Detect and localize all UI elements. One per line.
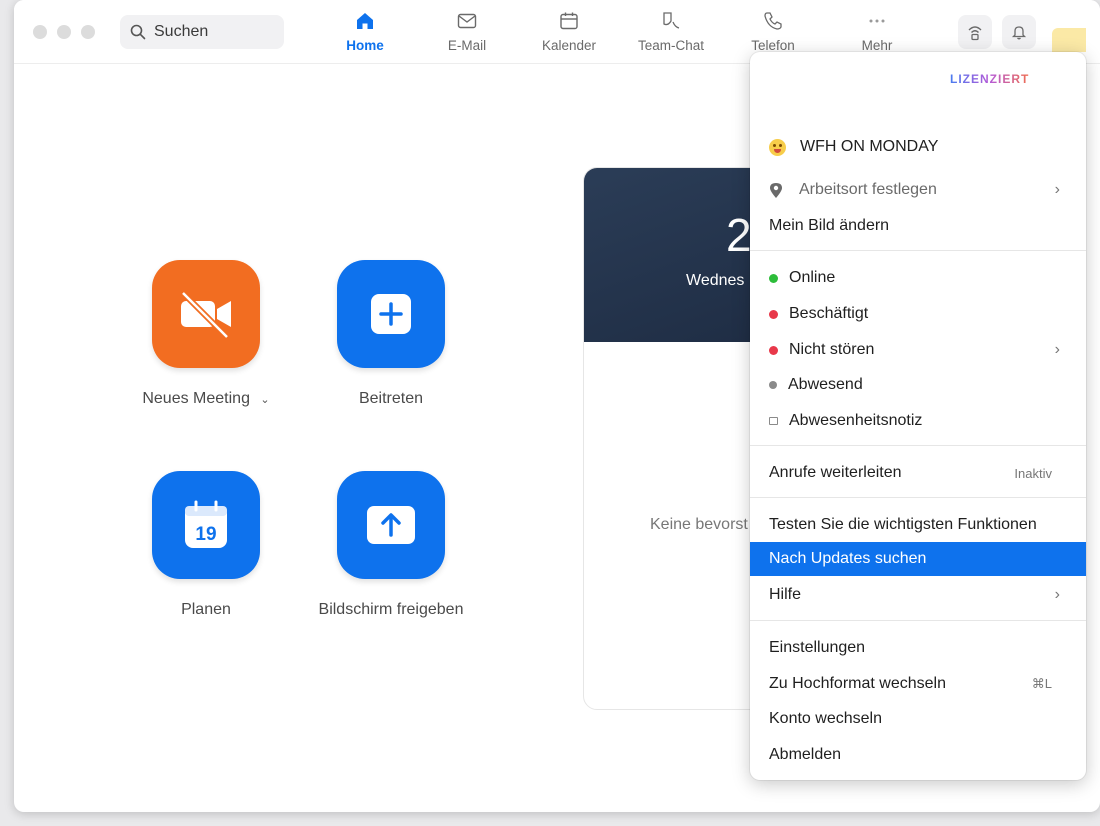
dnd-status-icon	[769, 345, 778, 355]
set-location-item[interactable]: Arbeitsort festlegen ›	[750, 173, 1086, 207]
forward-calls-item[interactable]: Anrufe weiterleiten Inaktiv	[750, 456, 1086, 490]
tab-team-chat-label: Team-Chat	[637, 38, 705, 53]
window-close-button[interactable]	[33, 25, 47, 39]
tab-more-label: Mehr	[861, 38, 893, 53]
more-icon	[869, 19, 885, 23]
license-badge: LIZENZIERT	[950, 72, 1030, 86]
menu-divider	[750, 620, 1086, 621]
schedule-label: Planen	[181, 601, 231, 618]
settings-label: Einstellungen	[769, 639, 866, 656]
bell-icon	[1011, 26, 1027, 40]
join-button[interactable]	[337, 260, 445, 368]
smiley-icon	[769, 138, 786, 156]
sign-out-label: Abmelden	[769, 746, 842, 763]
out-of-office-label: Abwesenheitsnotiz	[789, 412, 923, 429]
new-meeting-label[interactable]: Neues Meeting ⌄	[106, 390, 306, 408]
share-screen-button[interactable]	[337, 471, 445, 579]
portrait-mode-label: Zu Hochformat wechseln	[769, 675, 946, 692]
new-meeting-text: Neues Meeting	[142, 390, 250, 407]
switch-account-label: Konto wechseln	[769, 710, 882, 727]
search-button[interactable]: Suchen	[120, 15, 284, 49]
set-location-label: Arbeitsort festlegen	[799, 181, 937, 198]
away-status-icon	[769, 381, 777, 389]
chevron-right-icon: ›	[1054, 341, 1060, 358]
help-label: Hilfe	[769, 586, 802, 603]
no-upcoming-meetings-text: Keine bevorst	[650, 516, 748, 533]
new-meeting-button[interactable]	[152, 260, 260, 368]
share-screen-icon	[367, 506, 415, 544]
status-message-item[interactable]: WFH ON MONDAY	[750, 130, 1086, 164]
presence-dnd-label: Nicht stören	[789, 341, 875, 358]
online-status-icon	[769, 273, 778, 283]
change-picture-label: Mein Bild ändern	[769, 217, 890, 234]
presence-dnd-item[interactable]: Nicht stören ›	[750, 333, 1086, 367]
presence-away-item[interactable]: Abwesend	[750, 368, 1086, 402]
check-updates-label: Nach Updates suchen	[769, 550, 927, 567]
sign-out-item[interactable]: Abmelden	[750, 738, 1086, 772]
location-pin-icon	[770, 182, 782, 198]
tab-team-chat[interactable]: Team-Chat	[626, 10, 716, 60]
phone-icon	[764, 12, 782, 30]
portrait-mode-shortcut: ⌘L	[1031, 676, 1052, 691]
test-features-item[interactable]: Testen Sie die wichtigsten Funktionen	[750, 508, 1086, 542]
card-weekday: Wednes	[686, 272, 745, 289]
switch-account-item[interactable]: Konto wechseln	[750, 702, 1086, 736]
help-item[interactable]: Hilfe ›	[750, 578, 1086, 612]
tab-calendar-label: Kalender	[541, 38, 597, 53]
tab-phone-label: Telefon	[751, 38, 795, 53]
search-label: Suchen	[154, 23, 209, 40]
check-updates-item[interactable]: Nach Updates suchen	[750, 542, 1086, 576]
video-off-icon	[180, 290, 231, 339]
chat-icon	[663, 12, 680, 29]
change-picture-item[interactable]: Mein Bild ändern	[750, 209, 1086, 243]
share-screen-label: Bildschirm freigeben	[318, 601, 464, 618]
out-of-office-icon	[769, 417, 778, 425]
home-icon	[357, 13, 373, 29]
tab-email[interactable]: E-Mail	[422, 10, 512, 60]
schedule-button[interactable]: 19	[152, 471, 260, 579]
mail-icon	[457, 13, 477, 29]
window-minimize-button[interactable]	[57, 25, 71, 39]
settings-item[interactable]: Einstellungen	[750, 631, 1086, 665]
tab-email-label: E-Mail	[447, 38, 487, 53]
chevron-down-icon[interactable]: ⌄	[260, 394, 269, 406]
calendar-day-number: 19	[195, 524, 216, 545]
join-label: Beitreten	[358, 390, 424, 407]
menu-divider	[750, 445, 1086, 446]
chevron-right-icon: ›	[1054, 586, 1060, 603]
connection-button[interactable]	[958, 15, 992, 49]
forward-calls-state: Inaktiv	[1014, 465, 1052, 481]
presence-busy-item[interactable]: Beschäftigt	[750, 297, 1086, 331]
calendar-19-icon: 19	[185, 500, 227, 548]
presence-online-label: Online	[789, 269, 836, 286]
avatar[interactable]	[1052, 28, 1086, 52]
forward-calls-label: Anrufe weiterleiten	[769, 464, 902, 481]
notifications-button[interactable]	[1002, 15, 1036, 49]
window-zoom-button[interactable]	[81, 25, 95, 39]
profile-menu: LIZENZIERT WFH ON MONDAY Arbeitsort fest…	[750, 52, 1086, 780]
presence-busy-label: Beschäftigt	[789, 305, 869, 322]
menu-divider	[750, 250, 1086, 251]
connection-icon	[968, 26, 982, 41]
tab-home[interactable]: Home	[320, 10, 410, 60]
portrait-mode-item[interactable]: Zu Hochformat wechseln ⌘L	[750, 667, 1086, 701]
status-message-label: WFH ON MONDAY	[800, 138, 939, 155]
busy-status-icon	[769, 309, 778, 319]
calendar-icon	[560, 12, 578, 30]
search-icon	[130, 24, 146, 40]
tab-home-label: Home	[346, 38, 384, 53]
card-time: 2	[726, 209, 752, 261]
chevron-right-icon: ›	[1054, 181, 1060, 198]
out-of-office-item[interactable]: Abwesenheitsnotiz	[750, 404, 1086, 438]
menu-divider	[750, 497, 1086, 498]
plus-icon	[371, 294, 411, 334]
tab-calendar[interactable]: Kalender	[524, 10, 614, 60]
presence-online-item[interactable]: Online	[750, 261, 1086, 295]
presence-away-label: Abwesend	[788, 376, 863, 393]
test-features-label: Testen Sie die wichtigsten Funktionen	[769, 516, 1037, 533]
